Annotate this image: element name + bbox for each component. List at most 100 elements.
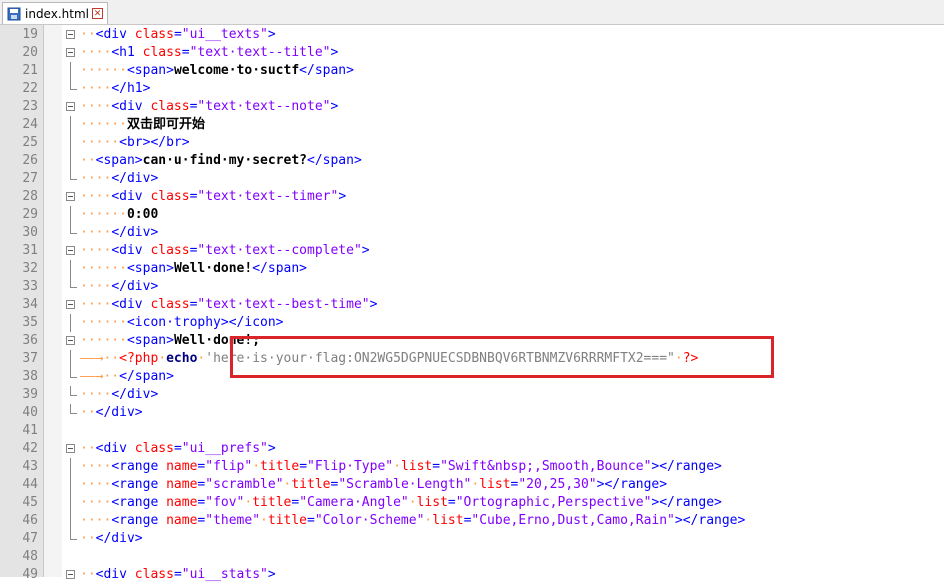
code-line[interactable]: 34 ····<div class="text·text--best-time"> <box>0 296 944 314</box>
code-token: ——→·· <box>80 351 120 366</box>
fold-toggle-icon[interactable] <box>66 300 75 309</box>
code-line[interactable]: 20 ····<h1 class="text·text--title"> <box>0 44 944 62</box>
code-line[interactable]: 32 ······<span>Well·done!</span> <box>0 260 944 278</box>
code-line[interactable]: 38 ——→··</span> <box>0 368 944 386</box>
code-text: ······双击即可开始 <box>80 116 205 134</box>
code-token: = <box>307 513 315 528</box>
fold-toggle-icon[interactable] <box>66 444 75 453</box>
code-line[interactable]: 44 ····<range name="scramble"·title="Scra… <box>0 476 944 494</box>
code-line[interactable]: 26 ··<span>can·u·find·my·secret?</span> <box>0 152 944 170</box>
code-line[interactable]: 22 ····</h1> <box>0 80 944 98</box>
line-number: 24 <box>22 117 38 132</box>
code-text: ······<span>Well·done!; <box>80 332 260 350</box>
code-line[interactable]: 31 ····<div class="text·text--complete"> <box>0 242 944 260</box>
code-token: "ui__prefs" <box>181 441 268 456</box>
fold-toggle-icon[interactable] <box>66 102 75 111</box>
code-line[interactable]: 28 ····<div class="text·text--timer"> <box>0 188 944 206</box>
file-save-icon <box>7 7 21 20</box>
code-token: = <box>447 495 456 510</box>
line-number: 27 <box>22 171 38 186</box>
code-line[interactable]: 45 ····<range name="fov"·title="Camera·An… <box>0 494 944 512</box>
code-text: ····<div class="text·text--complete"> <box>80 242 370 260</box>
line-number: 20 <box>22 45 38 60</box>
code-token: · <box>393 459 401 474</box>
code-token: 'here·is·your·flag:ON2WG5DGPNUECSDBNBQV6… <box>205 351 675 366</box>
code-token: > <box>267 27 276 42</box>
code-token: </span> <box>252 261 308 276</box>
code-line[interactable]: 30 ····</div> <box>0 224 944 242</box>
fold-toggle-icon[interactable] <box>66 336 75 345</box>
code-token: <?php <box>119 351 159 366</box>
code-line[interactable]: 39 ····</div> <box>0 386 944 404</box>
code-token: <span> <box>126 261 174 276</box>
fold-toggle-icon[interactable] <box>66 192 75 201</box>
code-token: ···· <box>80 279 112 294</box>
code-token: <h1 <box>111 45 143 60</box>
code-token: > <box>369 297 378 312</box>
code-editor[interactable]: 19 ··<div class="ui__texts"> 20 ····<h1 cla… <box>0 25 944 582</box>
code-line[interactable]: 33 ····</div> <box>0 278 944 296</box>
code-line[interactable]: 49 ··<div class="ui__stats"> <box>0 566 944 584</box>
code-text: ····</div> <box>80 170 158 188</box>
code-token: name <box>166 495 198 510</box>
code-token: 0:00 <box>126 207 159 222</box>
code-line[interactable]: 29 ······0:00 <box>0 206 944 224</box>
code-token: ···· <box>80 459 112 474</box>
code-token: = <box>299 459 308 474</box>
code-token: = <box>432 459 441 474</box>
code-line[interactable]: 47 ··</div> <box>0 530 944 548</box>
code-token: ···· <box>80 297 112 312</box>
code-line[interactable]: 23 ····<div class="text·text--note"> <box>0 98 944 116</box>
code-line[interactable]: 21 ······<span>welcome·to·suctf</span> <box>0 62 944 80</box>
fold-toggle-icon[interactable] <box>66 48 75 57</box>
code-text: ····<div class="text·text--best-time"> <box>80 296 377 314</box>
code-token: <range <box>111 477 167 492</box>
code-line[interactable]: 46 ····<range name="theme"·title="Color·S… <box>0 512 944 530</box>
code-token: "fov" <box>205 495 245 510</box>
line-number: 33 <box>22 279 38 294</box>
fold-toggle-icon[interactable] <box>66 570 75 579</box>
line-number: 19 <box>22 27 38 42</box>
code-line[interactable]: 36 ······<span>Well·done!; <box>0 332 944 350</box>
code-token: ····· <box>80 135 120 150</box>
line-number: 28 <box>22 189 38 204</box>
code-line[interactable]: 48 <box>0 548 944 566</box>
code-token: = <box>173 567 182 582</box>
code-line[interactable]: 43 ····<range name="flip"·title="Flip·Typ… <box>0 458 944 476</box>
code-token: </div> <box>111 171 159 186</box>
line-number: 42 <box>22 441 38 456</box>
line-number: 48 <box>22 549 38 564</box>
code-line[interactable]: 42 ··<div class="ui__prefs"> <box>0 440 944 458</box>
code-token: ·· <box>80 153 96 168</box>
code-token: ></range> <box>674 513 746 528</box>
code-line[interactable]: 19 ··<div class="ui__texts"> <box>0 26 944 44</box>
fold-guide <box>70 494 71 512</box>
code-token: class <box>134 27 174 42</box>
code-line[interactable]: 41 <box>0 422 944 440</box>
code-line[interactable]: 40 ··</div> <box>0 404 944 422</box>
fold-toggle-icon[interactable] <box>66 246 75 255</box>
code-token: ···· <box>80 477 112 492</box>
code-token: ·· <box>80 27 96 42</box>
code-token: <div <box>111 297 151 312</box>
code-token: <range <box>111 495 167 510</box>
code-line[interactable]: 27 ····</div> <box>0 170 944 188</box>
code-text: ——→··<?php·echo·'here·is·your·flag:ON2WG… <box>80 350 698 368</box>
fold-end-guide <box>70 80 77 90</box>
code-line[interactable]: 25 ·····<br></br> <box>0 134 944 152</box>
fold-toggle-icon[interactable] <box>66 30 75 39</box>
code-line[interactable]: 24 ······双击即可开始 <box>0 116 944 134</box>
code-token: ——→·· <box>80 369 120 384</box>
line-number: 37 <box>22 351 38 366</box>
code-token: "flip" <box>205 459 253 474</box>
code-token: "theme" <box>205 513 261 528</box>
line-number: 46 <box>22 513 38 528</box>
code-token: = <box>291 495 300 510</box>
code-token: class <box>134 441 174 456</box>
tab-index-html[interactable]: index.html ✕ <box>2 2 108 24</box>
code-token: ···· <box>80 81 112 96</box>
code-line[interactable]: 37 ——→··<?php·echo·'here·is·your·flag:ON2… <box>0 350 944 368</box>
code-line[interactable]: 35 ······<icon·trophy></icon> <box>0 314 944 332</box>
code-token: · <box>674 351 683 366</box>
close-icon[interactable]: ✕ <box>92 8 103 19</box>
